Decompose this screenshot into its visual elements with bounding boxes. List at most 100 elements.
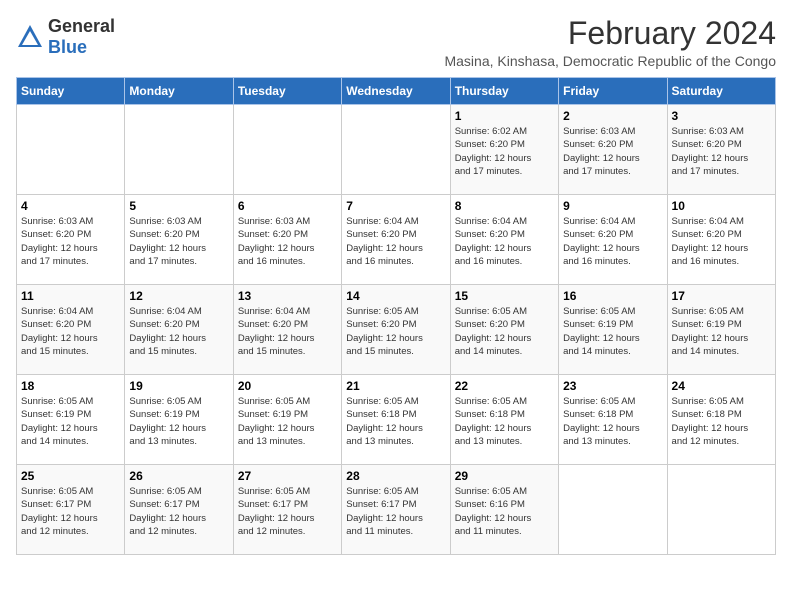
- logo-icon: [16, 23, 44, 51]
- calendar-cell: 13Sunrise: 6:04 AMSunset: 6:20 PMDayligh…: [233, 285, 341, 375]
- day-info: Sunrise: 6:04 AMSunset: 6:20 PMDaylight:…: [455, 215, 554, 268]
- day-number: 1: [455, 109, 554, 123]
- column-header-tuesday: Tuesday: [233, 78, 341, 105]
- day-info: Sunrise: 6:04 AMSunset: 6:20 PMDaylight:…: [238, 305, 337, 358]
- calendar-cell: 11Sunrise: 6:04 AMSunset: 6:20 PMDayligh…: [17, 285, 125, 375]
- day-info: Sunrise: 6:05 AMSunset: 6:18 PMDaylight:…: [672, 395, 771, 448]
- calendar-week-1: 1 Sunrise: 6:02 AMSunset: 6:20 PMDaylight…: [17, 105, 776, 195]
- calendar-cell: 10Sunrise: 6:04 AMSunset: 6:20 PMDayligh…: [667, 195, 775, 285]
- logo-general: General: [48, 16, 115, 36]
- calendar-cell: 19 Sunrise: 6:05 AMSunset: 6:19 PMDayligh…: [125, 375, 233, 465]
- day-info: Sunrise: 6:05 AMSunset: 6:16 PMDaylight:…: [455, 485, 554, 538]
- calendar-cell: [667, 465, 775, 555]
- calendar-cell: [559, 465, 667, 555]
- title-block: February 2024 Masina, Kinshasa, Democrat…: [444, 16, 776, 69]
- day-number: 16: [563, 289, 662, 303]
- day-number: 29: [455, 469, 554, 483]
- day-info: Sunrise: 6:05 AMSunset: 6:17 PMDaylight:…: [21, 485, 120, 538]
- day-info: Sunrise: 6:02 AMSunset: 6:20 PMDaylight:…: [455, 125, 554, 178]
- calendar-cell: 8 Sunrise: 6:04 AMSunset: 6:20 PMDaylight…: [450, 195, 558, 285]
- column-header-monday: Monday: [125, 78, 233, 105]
- calendar-cell: 27 Sunrise: 6:05 AMSunset: 6:17 PMDayligh…: [233, 465, 341, 555]
- calendar-table: SundayMondayTuesdayWednesdayThursdayFrid…: [16, 77, 776, 555]
- calendar-cell: 29 Sunrise: 6:05 AMSunset: 6:16 PMDayligh…: [450, 465, 558, 555]
- day-info: Sunrise: 6:04 AMSunset: 6:20 PMDaylight:…: [129, 305, 228, 358]
- day-number: 14: [346, 289, 445, 303]
- day-info: Sunrise: 6:05 AMSunset: 6:19 PMDaylight:…: [129, 395, 228, 448]
- day-info: Sunrise: 6:05 AMSunset: 6:19 PMDaylight:…: [238, 395, 337, 448]
- day-number: 12: [129, 289, 228, 303]
- calendar-week-4: 18 Sunrise: 6:05 AMSunset: 6:19 PMDayligh…: [17, 375, 776, 465]
- column-header-thursday: Thursday: [450, 78, 558, 105]
- calendar-cell: 5 Sunrise: 6:03 AMSunset: 6:20 PMDaylight…: [125, 195, 233, 285]
- day-number: 25: [21, 469, 120, 483]
- day-info: Sunrise: 6:03 AMSunset: 6:20 PMDaylight:…: [672, 125, 771, 178]
- day-info: Sunrise: 6:05 AMSunset: 6:18 PMDaylight:…: [563, 395, 662, 448]
- day-number: 22: [455, 379, 554, 393]
- calendar-cell: 28 Sunrise: 6:05 AMSunset: 6:17 PMDayligh…: [342, 465, 450, 555]
- calendar-cell: 16 Sunrise: 6:05 AMSunset: 6:19 PMDayligh…: [559, 285, 667, 375]
- day-number: 19: [129, 379, 228, 393]
- calendar-cell: 17 Sunrise: 6:05 AMSunset: 6:19 PMDayligh…: [667, 285, 775, 375]
- day-number: 20: [238, 379, 337, 393]
- calendar-cell: 3 Sunrise: 6:03 AMSunset: 6:20 PMDaylight…: [667, 105, 775, 195]
- calendar-cell: 26Sunrise: 6:05 AMSunset: 6:17 PMDayligh…: [125, 465, 233, 555]
- column-header-sunday: Sunday: [17, 78, 125, 105]
- day-info: Sunrise: 6:05 AMSunset: 6:19 PMDaylight:…: [672, 305, 771, 358]
- day-info: Sunrise: 6:04 AMSunset: 6:20 PMDaylight:…: [346, 215, 445, 268]
- calendar-cell: 25 Sunrise: 6:05 AMSunset: 6:17 PMDayligh…: [17, 465, 125, 555]
- day-info: Sunrise: 6:05 AMSunset: 6:18 PMDaylight:…: [455, 395, 554, 448]
- day-info: Sunrise: 6:05 AMSunset: 6:17 PMDaylight:…: [129, 485, 228, 538]
- day-info: Sunrise: 6:03 AMSunset: 6:20 PMDaylight:…: [563, 125, 662, 178]
- day-info: Sunrise: 6:05 AMSunset: 6:17 PMDaylight:…: [346, 485, 445, 538]
- day-number: 2: [563, 109, 662, 123]
- calendar-cell: 23Sunrise: 6:05 AMSunset: 6:18 PMDayligh…: [559, 375, 667, 465]
- day-info: Sunrise: 6:05 AMSunset: 6:19 PMDaylight:…: [563, 305, 662, 358]
- calendar-cell: [342, 105, 450, 195]
- subtitle: Masina, Kinshasa, Democratic Republic of…: [444, 53, 776, 69]
- day-number: 24: [672, 379, 771, 393]
- day-number: 7: [346, 199, 445, 213]
- calendar-cell: 14 Sunrise: 6:05 AMSunset: 6:20 PMDayligh…: [342, 285, 450, 375]
- main-title: February 2024: [444, 16, 776, 51]
- day-number: 17: [672, 289, 771, 303]
- day-info: Sunrise: 6:05 AMSunset: 6:18 PMDaylight:…: [346, 395, 445, 448]
- day-info: Sunrise: 6:04 AMSunset: 6:20 PMDaylight:…: [563, 215, 662, 268]
- calendar-cell: [125, 105, 233, 195]
- day-number: 6: [238, 199, 337, 213]
- day-info: Sunrise: 6:05 AMSunset: 6:20 PMDaylight:…: [455, 305, 554, 358]
- calendar-cell: 1 Sunrise: 6:02 AMSunset: 6:20 PMDaylight…: [450, 105, 558, 195]
- day-info: Sunrise: 6:05 AMSunset: 6:20 PMDaylight:…: [346, 305, 445, 358]
- calendar-week-3: 11Sunrise: 6:04 AMSunset: 6:20 PMDayligh…: [17, 285, 776, 375]
- logo: General Blue: [16, 16, 115, 58]
- calendar-cell: 4 Sunrise: 6:03 AMSunset: 6:20 PMDaylight…: [17, 195, 125, 285]
- day-info: Sunrise: 6:05 AMSunset: 6:17 PMDaylight:…: [238, 485, 337, 538]
- page-header: General Blue February 2024 Masina, Kinsh…: [16, 16, 776, 69]
- logo-blue: Blue: [48, 37, 87, 57]
- calendar-cell: 21Sunrise: 6:05 AMSunset: 6:18 PMDayligh…: [342, 375, 450, 465]
- day-number: 28: [346, 469, 445, 483]
- day-number: 27: [238, 469, 337, 483]
- column-header-friday: Friday: [559, 78, 667, 105]
- day-info: Sunrise: 6:03 AMSunset: 6:20 PMDaylight:…: [21, 215, 120, 268]
- day-number: 4: [21, 199, 120, 213]
- day-number: 8: [455, 199, 554, 213]
- calendar-header-row: SundayMondayTuesdayWednesdayThursdayFrid…: [17, 78, 776, 105]
- day-number: 18: [21, 379, 120, 393]
- day-number: 3: [672, 109, 771, 123]
- day-info: Sunrise: 6:04 AMSunset: 6:20 PMDaylight:…: [672, 215, 771, 268]
- calendar-cell: 22 Sunrise: 6:05 AMSunset: 6:18 PMDayligh…: [450, 375, 558, 465]
- calendar-cell: [17, 105, 125, 195]
- day-number: 5: [129, 199, 228, 213]
- column-header-saturday: Saturday: [667, 78, 775, 105]
- calendar-cell: 7 Sunrise: 6:04 AMSunset: 6:20 PMDaylight…: [342, 195, 450, 285]
- day-info: Sunrise: 6:03 AMSunset: 6:20 PMDaylight:…: [129, 215, 228, 268]
- day-info: Sunrise: 6:03 AMSunset: 6:20 PMDaylight:…: [238, 215, 337, 268]
- day-info: Sunrise: 6:04 AMSunset: 6:20 PMDaylight:…: [21, 305, 120, 358]
- calendar-cell: 9Sunrise: 6:04 AMSunset: 6:20 PMDaylight…: [559, 195, 667, 285]
- calendar-cell: 18Sunrise: 6:05 AMSunset: 6:19 PMDayligh…: [17, 375, 125, 465]
- calendar-cell: 15Sunrise: 6:05 AMSunset: 6:20 PMDayligh…: [450, 285, 558, 375]
- calendar-cell: 20 Sunrise: 6:05 AMSunset: 6:19 PMDayligh…: [233, 375, 341, 465]
- calendar-week-5: 25 Sunrise: 6:05 AMSunset: 6:17 PMDayligh…: [17, 465, 776, 555]
- calendar-cell: 24 Sunrise: 6:05 AMSunset: 6:18 PMDayligh…: [667, 375, 775, 465]
